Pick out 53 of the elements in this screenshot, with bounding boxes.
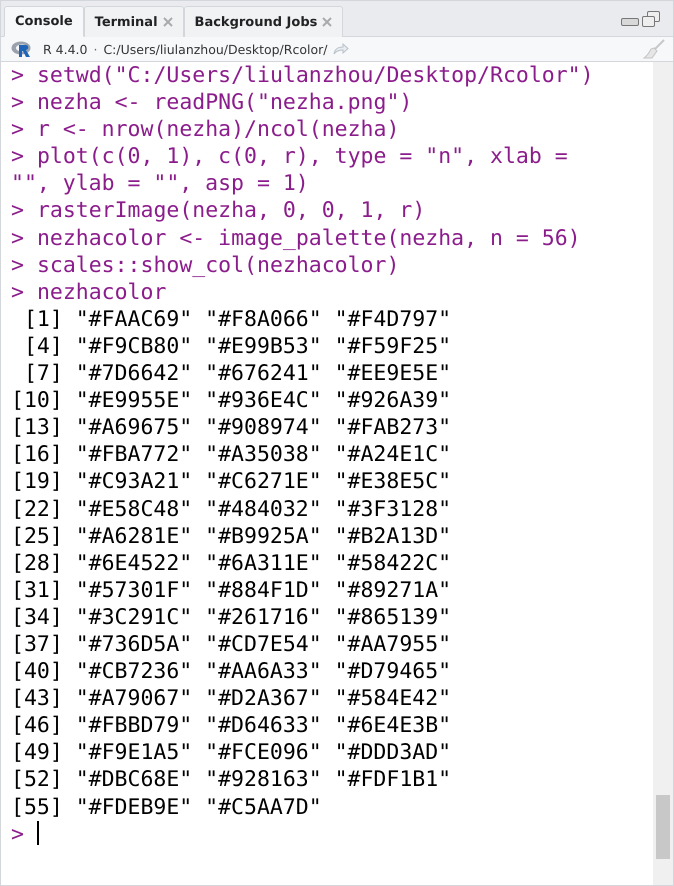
- output-line: [49] "#F9E1A5" "#FCE096" "#DDD3AD": [11, 740, 452, 766]
- command-line: nezha <- readPNG("nezha.png"): [36, 90, 412, 116]
- output-line: [55] "#FDEB9E" "#C5AA7D": [11, 794, 322, 820]
- arrow-icon[interactable]: [333, 43, 350, 55]
- command-line: nezhacolor <- image_palette(nezha, n = 56): [36, 226, 581, 251]
- command-line: r <- nrow(nezha)/ncol(nezha): [36, 117, 400, 142]
- command-line: nezhacolor: [36, 280, 166, 305]
- tab[interactable]: Terminal: [84, 6, 184, 37]
- broom-icon[interactable]: [643, 39, 665, 59]
- output-line: [37] "#736D5A" "#CD7E54" "#AA7955": [11, 632, 452, 657]
- r-logo-icon: [11, 40, 33, 58]
- output-line: [22] "#E58C48" "#484032" "#3F3128": [11, 496, 452, 522]
- output-line: [31] "#57301F" "#884F1D" "#89271A": [11, 578, 452, 603]
- close-icon[interactable]: [162, 17, 173, 27]
- tab[interactable]: Background Jobs: [184, 6, 344, 37]
- output-line: [34] "#3C291C" "#261716" "#865139": [11, 604, 452, 630]
- tab[interactable]: Console: [4, 6, 84, 37]
- prompt-symbol: >: [11, 63, 24, 88]
- command-line: scales::show_col(nezhacolor): [36, 252, 400, 278]
- output-line: [19] "#C93A21" "#C6271E" "#E38E5C": [11, 469, 452, 494]
- minimize-icon[interactable]: [621, 17, 639, 27]
- command-line: setwd("C:/Users/liulanzhou/Desktop/Rcolor"): [36, 63, 594, 88]
- scrollbar[interactable]: [653, 62, 673, 885]
- command-line: plot(c(0, 1), c(0, r), type = "n", xlab =: [36, 144, 568, 170]
- text-cursor: [36, 820, 39, 845]
- output-line: [13] "#A69675" "#908974" "#FAB273": [11, 415, 452, 440]
- command-line: "", ylab = "", asp = 1): [11, 171, 309, 196]
- prompt-symbol: >: [11, 198, 24, 224]
- output-line: [43] "#A79067" "#D2A367" "#584E42": [11, 686, 452, 712]
- working-directory-path[interactable]: C:/Users/liulanzhou/Desktop/Rcolor/: [103, 42, 328, 56]
- output-line: [4] "#F9CB80" "#E99B53" "#F59F25": [22, 334, 452, 359]
- command-line: rasterImage(nezha, 0, 0, 1, r): [36, 198, 426, 224]
- scrollbar-thumb[interactable]: [656, 795, 670, 859]
- maximize-icon[interactable]: [642, 11, 660, 27]
- output-line: [52] "#DBC68E" "#928163" "#FDF1B1": [11, 767, 452, 792]
- output-line: [1] "#FAAC69" "#F8A066" "#F4D797": [22, 306, 452, 332]
- output-line: [25] "#A6281E" "#B9925A" "#B2A13D": [11, 524, 452, 549]
- output-line: [40] "#CB7236" "#AA6A33" "#D79465": [11, 659, 452, 684]
- output-line: [16] "#FBA772" "#A35038" "#A24E1C": [11, 442, 452, 468]
- output-line: [46] "#FBBD79" "#D64633" "#6E4E3B": [11, 713, 452, 738]
- close-icon[interactable]: [322, 17, 332, 27]
- output-line: [10] "#E9955E" "#936E4C" "#926A39": [11, 388, 452, 414]
- prompt-symbol: >: [11, 144, 24, 170]
- prompt-symbol: >: [11, 226, 24, 251]
- r-version: R 4.4.0: [43, 42, 88, 56]
- output-line: [7] "#7D6642" "#676241" "#EE9E5E": [22, 361, 452, 386]
- prompt-symbol: >: [11, 252, 24, 278]
- prompt-symbol: >: [11, 90, 24, 116]
- separator-dot: ·: [93, 42, 98, 56]
- prompt-symbol: >: [11, 280, 24, 305]
- prompt-symbol: >: [11, 117, 24, 142]
- prompt-symbol: >: [11, 822, 24, 847]
- output-line: [28] "#6E4522" "#6A311E" "#58422C": [11, 550, 452, 576]
